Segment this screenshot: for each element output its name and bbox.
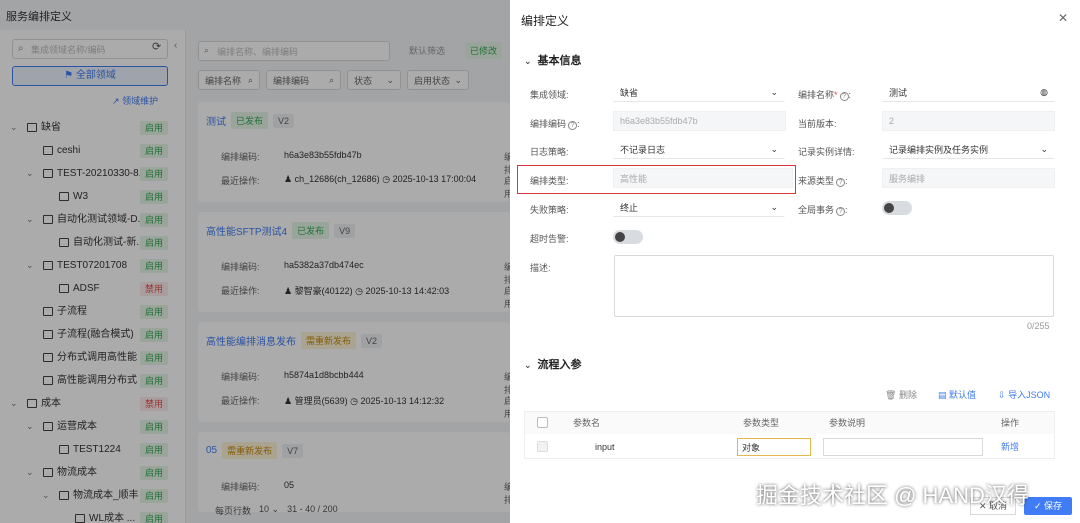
chevron-down-icon: ⌄	[770, 143, 778, 154]
save-label: 保存	[1044, 501, 1063, 511]
help-icon[interactable]: ?	[568, 121, 578, 130]
log-strategy-select[interactable]: 不记录日志 ⌄	[613, 139, 785, 159]
version-field: 2	[882, 111, 1055, 131]
domain-select[interactable]: 缺省 ⌄	[613, 82, 785, 102]
fail-strategy-label: 失败策略:	[530, 205, 569, 215]
orchestration-code-field: h6a3e83b55fdb47b	[613, 111, 786, 131]
import-icon: ⇩	[998, 390, 1006, 400]
toggle-knob	[615, 232, 625, 242]
chevron-down-icon: ⌄	[524, 56, 532, 66]
import-json-label: 导入JSON	[1008, 390, 1051, 400]
fail-strategy-select[interactable]: 终止 ⌄	[613, 197, 785, 217]
close-icon[interactable]: ✕	[1058, 11, 1068, 25]
source-value: 服务编排	[889, 173, 926, 184]
description-textarea[interactable]	[614, 255, 1054, 317]
check-icon: ✓	[1033, 501, 1042, 511]
orchestration-name-input[interactable]: 测试 ◍	[882, 82, 1055, 102]
domain-label: 集成领域:	[530, 90, 569, 100]
basic-info-section[interactable]: ⌄ 基本信息	[524, 52, 582, 68]
fail-strategy-value: 终止	[620, 202, 639, 213]
code-label-text: 编排编码	[530, 119, 567, 129]
help-icon[interactable]: ?	[836, 207, 846, 216]
record-detail-value: 记录编排实例及任务实例	[889, 144, 989, 155]
drawer-title: 编排定义	[521, 14, 570, 28]
source-type-label: 来源类型?:	[798, 176, 848, 187]
orchestration-type-field: 高性能	[613, 168, 793, 188]
param-name-cell: input	[595, 442, 615, 452]
modal-overlay[interactable]	[0, 0, 510, 523]
header-param-desc: 参数说明	[829, 412, 866, 434]
orchestration-code-label: 编排编码?:	[530, 119, 580, 130]
version-value: 2	[889, 116, 895, 126]
version-label: 当前版本:	[798, 119, 837, 129]
source-label-text: 来源类型	[798, 176, 835, 186]
params-title: 流程入参	[537, 359, 582, 371]
required-marker: *	[834, 90, 838, 100]
log-strategy-value: 不记录日志	[620, 144, 666, 155]
code-value: h6a3e83b55fdb47b	[620, 116, 698, 126]
header-param-name: 参数名	[573, 412, 601, 434]
domain-value: 缺省	[620, 87, 639, 98]
chevron-down-icon: ⌄	[770, 86, 778, 97]
document-icon: ▤	[938, 390, 947, 400]
global-transaction-label: 全局事务?:	[798, 205, 848, 216]
description-label: 描述:	[530, 263, 551, 273]
default-value-label: 默认值	[949, 390, 977, 400]
chevron-down-icon: ⌄	[1040, 143, 1048, 154]
table-header-bg	[525, 412, 1054, 434]
basic-info-title: 基本信息	[537, 55, 582, 67]
global-tx-label-text: 全局事务	[798, 205, 835, 215]
help-icon[interactable]: ?	[836, 178, 846, 187]
row-checkbox[interactable]	[537, 441, 548, 452]
chevron-down-icon: ⌄	[770, 201, 778, 212]
record-detail-select[interactable]: 记录编排实例及任务实例 ⌄	[882, 139, 1055, 159]
header-param-type: 参数类型	[743, 412, 780, 434]
params-section[interactable]: ⌄ 流程入参	[524, 356, 582, 372]
import-json-button[interactable]: ⇩ 导入JSON	[998, 388, 1050, 401]
orchestration-type-label: 编排类型:	[530, 176, 569, 186]
description-counter: 0/255	[1027, 321, 1050, 331]
default-value-button[interactable]: ▤ 默认值	[938, 388, 976, 401]
timeout-alert-toggle[interactable]	[613, 230, 643, 244]
params-table: 参数名 参数类型 参数说明 操作 input 对象 新增	[524, 411, 1055, 459]
param-type-value: 对象	[742, 443, 761, 453]
log-strategy-label: 日志策略:	[530, 147, 569, 157]
param-type-input[interactable]: 对象	[737, 438, 811, 456]
help-icon[interactable]: ?	[839, 92, 849, 101]
trash-icon: 🗑	[885, 390, 897, 400]
save-button[interactable]: ✓ 保存	[1024, 497, 1072, 515]
name-value: 测试	[889, 87, 908, 98]
delete-button[interactable]: 🗑 删除	[885, 388, 917, 401]
name-label-text: 编排名称	[798, 90, 835, 100]
toggle-knob	[884, 203, 894, 213]
select-all-checkbox[interactable]	[537, 417, 548, 428]
delete-label: 删除	[898, 390, 917, 400]
add-row-link[interactable]: 新增	[1001, 436, 1019, 458]
param-desc-input[interactable]	[823, 438, 983, 456]
record-detail-label: 记录实例详情:	[798, 147, 855, 157]
timeout-alert-label: 超时告警:	[530, 234, 569, 244]
orchestration-name-label: 编排名称*?:	[798, 90, 852, 101]
watermark-text: 掘金技术社区 @ HAND汉得	[756, 483, 1029, 508]
global-transaction-toggle[interactable]	[882, 201, 912, 215]
source-type-field: 服务编排	[882, 168, 1055, 188]
header-action: 操作	[1001, 412, 1020, 434]
chevron-down-icon: ⌄	[524, 360, 532, 370]
type-value: 高性能	[620, 173, 648, 184]
globe-icon[interactable]: ◍	[1040, 87, 1048, 98]
